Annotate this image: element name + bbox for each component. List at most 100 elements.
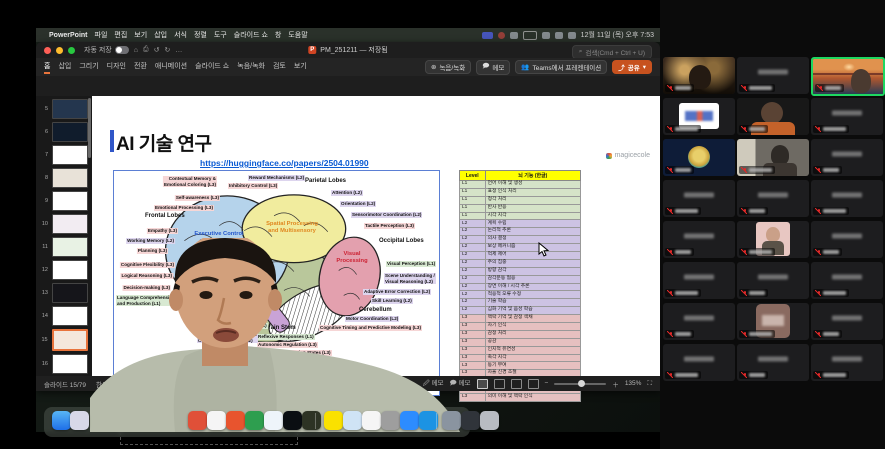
ribbon-tab[interactable]: 디자인 xyxy=(107,61,126,74)
slide-thumbnail-8[interactable]: 8 xyxy=(40,168,88,188)
normal-view-button[interactable] xyxy=(477,379,488,389)
participant-tile[interactable] xyxy=(811,139,883,176)
search-icon[interactable] xyxy=(555,32,563,39)
finder-dock-icon[interactable] xyxy=(52,411,71,430)
teams-present-button[interactable]: 👥 Teams에서 프레젠테이션 xyxy=(515,60,607,74)
participant-tile[interactable] xyxy=(811,262,883,299)
menu-슬라이드 쇼[interactable]: 슬라이드 쇼 xyxy=(234,30,268,40)
undo-icon[interactable]: ↺ xyxy=(154,46,160,54)
excel-dock-icon[interactable] xyxy=(245,411,264,430)
zoom-dock-icon[interactable] xyxy=(400,411,419,430)
menu-창[interactable]: 창 xyxy=(275,30,281,40)
battery-icon[interactable] xyxy=(523,31,537,40)
close-button[interactable] xyxy=(44,47,51,54)
print-icon[interactable]: ⎙ xyxy=(143,46,149,54)
participant-tile[interactable] xyxy=(737,262,809,299)
participant-tile[interactable] xyxy=(811,180,883,217)
minimize-button[interactable] xyxy=(56,47,63,54)
share-button[interactable]: ⤴ 공유 ▾ xyxy=(612,60,652,74)
participant-tile[interactable] xyxy=(811,221,883,258)
menu-파일[interactable]: 파일 xyxy=(95,30,108,40)
ribbon-tab[interactable]: 슬라이드 쇼 xyxy=(195,61,229,74)
search-input[interactable]: ⌕ 검색(Cmd + Ctrl + U) xyxy=(572,45,652,59)
app-starburst-dock-icon[interactable] xyxy=(226,411,245,430)
participant-tile[interactable] xyxy=(737,344,809,381)
participant-tile[interactable] xyxy=(811,344,883,381)
record-status-icon[interactable] xyxy=(498,32,505,39)
slide-thumbnail-10[interactable]: 10 xyxy=(40,214,88,234)
autosave-switch[interactable] xyxy=(115,46,129,54)
control-center-icon[interactable] xyxy=(568,32,576,39)
app-spiral-dock-icon[interactable] xyxy=(362,411,381,430)
slide-sorter-button[interactable] xyxy=(494,379,505,389)
app-grid-dock-icon[interactable] xyxy=(302,411,321,430)
participant-tile[interactable] xyxy=(737,221,809,258)
menu-삽입[interactable]: 삽입 xyxy=(154,30,167,40)
slide-thumbnail-9[interactable]: 9 xyxy=(40,191,88,211)
kakaotalk-dock-icon[interactable] xyxy=(324,411,343,430)
paper-link[interactable]: https://huggingface.co/papers/2504.01990 xyxy=(200,158,369,168)
app-circle-dock-icon[interactable] xyxy=(207,411,226,430)
menu-도움말[interactable]: 도움말 xyxy=(288,30,307,40)
menu-서식[interactable]: 서식 xyxy=(174,30,187,40)
edge-dock-icon[interactable] xyxy=(264,411,283,430)
menu-정렬[interactable]: 정렬 xyxy=(194,30,207,40)
wifi-icon[interactable] xyxy=(542,32,550,39)
active-speaker-tile[interactable] xyxy=(811,57,885,96)
app-partial-dock-icon[interactable] xyxy=(70,411,89,430)
participant-tile[interactable] xyxy=(663,139,735,176)
ribbon-tab[interactable]: 검토 xyxy=(273,61,286,74)
menu-보기[interactable]: 보기 xyxy=(134,30,147,40)
participant-tile[interactable] xyxy=(811,303,883,340)
slide-thumbnail-5[interactable]: 5 xyxy=(40,99,88,119)
participant-tile[interactable] xyxy=(663,57,735,94)
ribbon-tab[interactable]: 전환 xyxy=(134,61,147,74)
autosave-toggle[interactable]: 자동 저장 xyxy=(84,45,129,55)
participant-tile[interactable] xyxy=(737,98,809,135)
app-red-dock-icon[interactable] xyxy=(188,411,207,430)
participant-tile[interactable] xyxy=(663,303,735,340)
sonar-dock-icon[interactable] xyxy=(283,411,302,430)
participant-tile[interactable] xyxy=(663,262,735,299)
app-head-dock-icon[interactable] xyxy=(343,411,362,430)
fullscreen-button[interactable]: ⛶ xyxy=(647,380,652,388)
participant-tile[interactable] xyxy=(811,98,883,135)
participant-tile[interactable] xyxy=(737,57,809,94)
input-source-icon[interactable] xyxy=(482,32,493,39)
participant-tile[interactable] xyxy=(663,221,735,258)
downloads-folder-dock-icon[interactable] xyxy=(442,411,461,430)
trash-dock-icon[interactable] xyxy=(480,411,499,430)
app-spiral-grey-dock-icon[interactable] xyxy=(381,411,400,430)
record-button[interactable]: ⊛ 녹음/녹화 xyxy=(425,60,471,74)
ribbon-tab[interactable]: 애니메이션 xyxy=(155,61,187,74)
zoom-percentage[interactable]: 135% xyxy=(625,380,642,387)
zoom-out-button[interactable]: − xyxy=(545,380,549,387)
menubar-clock[interactable]: 12월 11일 (목) 오후 7:53 xyxy=(581,30,654,40)
memo-button[interactable]: 🗩 메모 xyxy=(476,60,510,75)
zoom-window-button[interactable] xyxy=(68,47,75,54)
zoom-slider[interactable] xyxy=(554,383,606,385)
display-icon[interactable] xyxy=(510,32,518,39)
participant-tile[interactable] xyxy=(737,139,809,176)
thumbnail-scrollbar[interactable] xyxy=(88,98,91,158)
screenshot-preview-dock-icon[interactable] xyxy=(461,411,480,430)
more-icon[interactable]: … xyxy=(175,47,182,54)
participant-tile[interactable] xyxy=(663,98,735,135)
zoom-in-button[interactable]: ＋ xyxy=(612,379,619,389)
menu-편집[interactable]: 편집 xyxy=(114,30,127,40)
reading-view-button[interactable] xyxy=(511,379,522,389)
ribbon-tab[interactable]: 홈 xyxy=(44,61,50,74)
participant-tile[interactable] xyxy=(737,303,809,340)
ribbon-tab[interactable]: 삽입 xyxy=(58,61,71,74)
home-icon[interactable]: ⌂ xyxy=(134,47,138,54)
menu-도구[interactable]: 도구 xyxy=(214,30,227,40)
slideshow-button[interactable] xyxy=(528,379,539,389)
slide-thumbnail-6[interactable]: 6 xyxy=(40,122,88,142)
participant-tile[interactable] xyxy=(663,180,735,217)
redo-icon[interactable]: ↻ xyxy=(164,46,170,54)
ribbon-tab[interactable]: 그리기 xyxy=(79,61,98,74)
participant-tile[interactable] xyxy=(737,180,809,217)
participant-tile[interactable] xyxy=(663,344,735,381)
ribbon-tab[interactable]: 녹음/녹화 xyxy=(237,61,265,74)
slide-thumbnail-7[interactable]: 7 xyxy=(40,145,88,165)
